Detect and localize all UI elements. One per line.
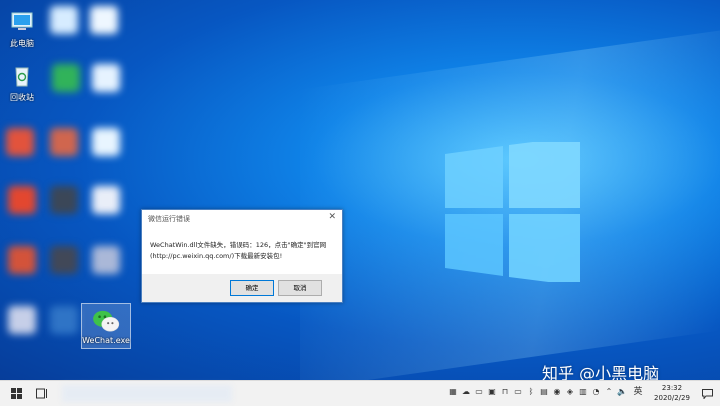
ime-indicator[interactable]: 英 bbox=[632, 386, 644, 398]
desktop-icon-recycle-bin[interactable]: 回收站 bbox=[0, 62, 44, 103]
dialog-message: WeChatWin.dll文件缺失，错误码：126，点击"确定"到官网 (htt… bbox=[150, 240, 338, 262]
blurred-desktop-icon[interactable] bbox=[8, 246, 36, 274]
blurred-desktop-icon[interactable] bbox=[6, 128, 34, 156]
qq-icon[interactable]: ◔ bbox=[591, 386, 601, 398]
recycle-bin-icon bbox=[15, 67, 29, 87]
windows-start-icon bbox=[10, 388, 22, 399]
blurred-desktop-icon[interactable] bbox=[8, 306, 36, 334]
windows-logo bbox=[445, 142, 580, 282]
blurred-desktop-icon[interactable] bbox=[92, 128, 120, 156]
desktop-icon-wechat[interactable]: WeChat.exe bbox=[81, 303, 131, 349]
chevron-up-icon[interactable]: ⌃ bbox=[604, 386, 614, 398]
blurred-taskbar-apps[interactable] bbox=[62, 385, 232, 402]
cancel-button[interactable]: 取消 bbox=[278, 280, 322, 296]
blurred-desktop-icon[interactable] bbox=[50, 128, 78, 156]
taskbar: ▦ ☁ ▭ ▣ ⊓ ▭ ᛒ ▤ ◉ ◈ ▥ ◔ ⌃ 🔈 英 23:32 2020… bbox=[0, 380, 720, 406]
desktop-icon-label: 此电脑 bbox=[10, 39, 34, 48]
cloud-icon[interactable]: ☁ bbox=[461, 386, 471, 398]
blurred-desktop-icon[interactable] bbox=[92, 246, 120, 274]
desktop-icon-label: 回收站 bbox=[10, 93, 34, 102]
folder-icon[interactable]: ▭ bbox=[474, 386, 484, 398]
tray-icon[interactable]: ▣ bbox=[487, 386, 497, 398]
dialog-message-line: WeChatWin.dll文件缺失，错误码：126，点击"确定"到官网 bbox=[150, 241, 327, 249]
dialog-footer: 确定 取消 bbox=[142, 274, 342, 302]
blurred-desktop-icon[interactable] bbox=[52, 64, 80, 92]
blurred-desktop-icon[interactable] bbox=[50, 246, 78, 274]
monitor-icon[interactable]: ▭ bbox=[513, 386, 523, 398]
task-view-button[interactable] bbox=[32, 381, 52, 406]
desktop-icon-this-pc[interactable]: 此电脑 bbox=[0, 8, 44, 49]
desktop: 此电脑 回收站 WeChat.exe 微信运行错误 ✕ WeChatWin.dl… bbox=[0, 0, 720, 380]
notification-button[interactable] bbox=[698, 381, 716, 406]
tray-icon[interactable]: ▥ bbox=[578, 386, 588, 398]
blurred-desktop-icon[interactable] bbox=[50, 6, 78, 34]
close-icon[interactable]: ✕ bbox=[328, 212, 336, 222]
start-button[interactable] bbox=[6, 381, 26, 406]
dialog-message-line: (http://pc.weixin.qq.com/)下载最新安装包! bbox=[150, 252, 283, 260]
clock-date: 2020/2/29 bbox=[654, 394, 690, 402]
chrome-icon[interactable]: ◉ bbox=[552, 386, 562, 398]
desktop-icon-label: WeChat.exe bbox=[82, 336, 130, 345]
ok-button[interactable]: 确定 bbox=[230, 280, 274, 296]
clock-time: 23:32 bbox=[661, 384, 683, 392]
wechat-icon bbox=[93, 310, 120, 332]
blurred-desktop-icon[interactable] bbox=[50, 306, 78, 334]
blurred-desktop-icon[interactable] bbox=[92, 186, 120, 214]
bluetooth-icon[interactable]: ᛒ bbox=[526, 386, 536, 398]
watermark: 知乎 @小黑电脑 bbox=[542, 364, 660, 380]
blurred-desktop-icon[interactable] bbox=[8, 186, 36, 214]
clock[interactable]: 23:32 2020/2/29 bbox=[648, 383, 696, 403]
usb-icon[interactable]: ⊓ bbox=[500, 386, 510, 398]
blurred-desktop-icon[interactable] bbox=[92, 64, 120, 92]
blurred-desktop-icon[interactable] bbox=[50, 186, 78, 214]
task-view-icon bbox=[36, 388, 47, 399]
speaker-icon[interactable]: 🔈 bbox=[617, 386, 627, 398]
dialog-title: 微信运行错误 bbox=[148, 215, 190, 223]
shield-icon[interactable]: ◈ bbox=[565, 386, 575, 398]
error-dialog: 微信运行错误 ✕ WeChatWin.dll文件缺失，错误码：126，点击"确定… bbox=[141, 209, 343, 303]
network-icon[interactable]: ▤ bbox=[539, 386, 549, 398]
blurred-desktop-icon[interactable] bbox=[90, 6, 118, 34]
tray-icon[interactable]: ▦ bbox=[448, 386, 458, 398]
computer-icon bbox=[11, 12, 33, 30]
notification-icon bbox=[701, 388, 713, 399]
